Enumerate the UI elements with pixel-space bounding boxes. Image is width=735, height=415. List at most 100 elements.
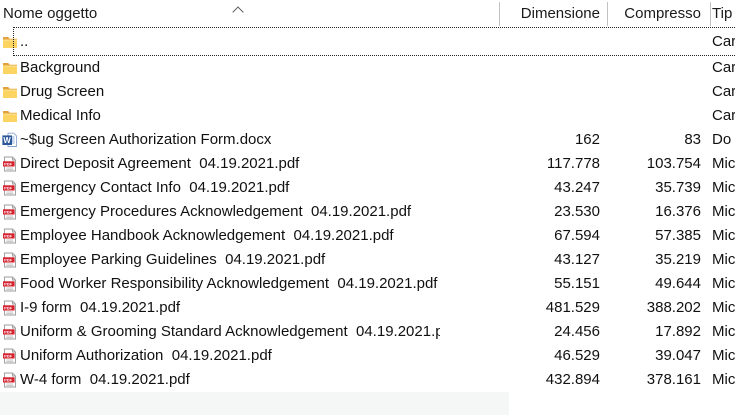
file-size: 24.456 bbox=[440, 320, 600, 344]
table-row[interactable]: .. Car bbox=[0, 27, 735, 56]
file-type: Mic bbox=[712, 152, 735, 176]
file-type: Do bbox=[712, 128, 735, 152]
table-row[interactable]: PDF Uniform Authorization 04.19.2021.pdf… bbox=[0, 344, 735, 368]
table-row[interactable]: PDF Direct Deposit Agreement 04.19.2021.… bbox=[0, 152, 735, 176]
table-row[interactable]: Drug Screen Car bbox=[0, 80, 735, 104]
file-type: Mic bbox=[712, 248, 735, 272]
pdf-icon: PDF bbox=[2, 348, 18, 364]
file-type: Car bbox=[712, 27, 735, 56]
file-size: 67.594 bbox=[440, 224, 600, 248]
svg-text:PDF: PDF bbox=[4, 305, 13, 310]
bottom-panel-gray-area bbox=[0, 392, 509, 415]
file-compressed-size: 57.385 bbox=[601, 224, 701, 248]
file-compressed-size: 39.047 bbox=[601, 344, 701, 368]
pdf-icon: PDF bbox=[2, 228, 18, 244]
file-name: ~$ug Screen Authorization Form.docx bbox=[20, 128, 440, 152]
file-type: Mic bbox=[712, 200, 735, 224]
pdf-icon: PDF bbox=[2, 180, 18, 196]
pdf-icon: PDF bbox=[2, 324, 18, 340]
file-size: 46.529 bbox=[440, 344, 600, 368]
table-row[interactable]: PDF W-4 form 04.19.2021.pdf 432.894 378.… bbox=[0, 368, 735, 392]
table-row[interactable]: Background Car bbox=[0, 56, 735, 80]
folder-icon bbox=[2, 84, 18, 100]
file-compressed-size: 83 bbox=[601, 128, 701, 152]
pdf-icon: PDF bbox=[2, 156, 18, 172]
file-compressed-size: 35.219 bbox=[601, 248, 701, 272]
svg-text:PDF: PDF bbox=[4, 185, 13, 190]
pdf-icon: PDF bbox=[2, 228, 18, 244]
file-type: Mic bbox=[712, 224, 735, 248]
file-compressed-size: 16.376 bbox=[601, 200, 701, 224]
folder-icon bbox=[2, 84, 18, 100]
table-row[interactable]: Medical Info Car bbox=[0, 104, 735, 128]
file-name: Food Worker Responsibility Acknowledgeme… bbox=[20, 272, 440, 296]
file-type: Car bbox=[712, 80, 735, 104]
pdf-icon: PDF bbox=[2, 300, 18, 316]
word-doc-icon: W bbox=[2, 132, 18, 148]
file-size: 162 bbox=[440, 128, 600, 152]
file-type: Car bbox=[712, 56, 735, 80]
file-name: Uniform Authorization 04.19.2021.pdf bbox=[20, 344, 440, 368]
svg-text:PDF: PDF bbox=[4, 209, 13, 214]
pdf-icon: PDF bbox=[2, 348, 18, 364]
file-name: Medical Info bbox=[20, 104, 440, 128]
file-size: 432.894 bbox=[440, 368, 600, 392]
file-type: Mic bbox=[712, 320, 735, 344]
bottom-panel bbox=[0, 392, 735, 415]
file-name: Employee Parking Guidelines 04.19.2021.p… bbox=[20, 248, 440, 272]
folder-icon bbox=[2, 60, 18, 76]
file-size: 481.529 bbox=[440, 296, 600, 320]
file-name: Background bbox=[20, 56, 440, 80]
file-list: .. Car Background Car Drug Screen Car bbox=[0, 0, 735, 392]
table-row[interactable]: PDF Employee Parking Guidelines 04.19.20… bbox=[0, 248, 735, 272]
table-row[interactable]: PDF Emergency Contact Info 04.19.2021.pd… bbox=[0, 176, 735, 200]
file-compressed-size: 103.754 bbox=[601, 152, 701, 176]
file-name: Direct Deposit Agreement 04.19.2021.pdf bbox=[20, 152, 440, 176]
file-type: Mic bbox=[712, 368, 735, 392]
svg-text:PDF: PDF bbox=[4, 233, 13, 238]
table-row[interactable]: W ~$ug Screen Authorization Form.docx 16… bbox=[0, 128, 735, 152]
table-row[interactable]: PDF I-9 form 04.19.2021.pdf 481.529 388.… bbox=[0, 296, 735, 320]
file-list-window: Nome oggetto Dimensione Compresso Tip ..… bbox=[0, 0, 735, 415]
file-name: W-4 form 04.19.2021.pdf bbox=[20, 368, 440, 392]
table-row[interactable]: PDF Uniform & Grooming Standard Acknowle… bbox=[0, 320, 735, 344]
pdf-icon: PDF bbox=[2, 156, 18, 172]
file-type: Mic bbox=[712, 344, 735, 368]
svg-text:PDF: PDF bbox=[4, 329, 13, 334]
file-name: Uniform & Grooming Standard Acknowledgem… bbox=[20, 320, 440, 344]
file-compressed-size: 49.644 bbox=[601, 272, 701, 296]
table-row[interactable]: PDF Emergency Procedures Acknowledgement… bbox=[0, 200, 735, 224]
pdf-icon: PDF bbox=[2, 324, 18, 340]
folder-icon bbox=[2, 108, 18, 124]
folder-icon bbox=[2, 60, 18, 76]
pdf-icon: PDF bbox=[2, 372, 18, 388]
file-size: 23.530 bbox=[440, 200, 600, 224]
file-name: Emergency Contact Info 04.19.2021.pdf bbox=[20, 176, 440, 200]
table-row[interactable]: PDF Food Worker Responsibility Acknowled… bbox=[0, 272, 735, 296]
file-type: Car bbox=[712, 104, 735, 128]
pdf-icon: PDF bbox=[2, 204, 18, 220]
file-name: Emergency Procedures Acknowledgement 04.… bbox=[20, 200, 440, 224]
svg-text:W: W bbox=[3, 136, 11, 145]
file-compressed-size: 17.892 bbox=[601, 320, 701, 344]
table-row[interactable]: PDF Employee Handbook Acknowledgement 04… bbox=[0, 224, 735, 248]
pdf-icon: PDF bbox=[2, 372, 18, 388]
file-size: 43.247 bbox=[440, 176, 600, 200]
svg-text:PDF: PDF bbox=[4, 353, 13, 358]
pdf-icon: PDF bbox=[2, 276, 18, 292]
file-size: 55.151 bbox=[440, 272, 600, 296]
file-size: 43.127 bbox=[440, 248, 600, 272]
folder-icon bbox=[2, 108, 18, 124]
svg-text:PDF: PDF bbox=[4, 257, 13, 262]
file-compressed-size: 388.202 bbox=[601, 296, 701, 320]
file-compressed-size: 35.739 bbox=[601, 176, 701, 200]
svg-text:PDF: PDF bbox=[4, 377, 13, 382]
file-type: Mic bbox=[712, 272, 735, 296]
svg-text:PDF: PDF bbox=[4, 161, 13, 166]
file-type: Mic bbox=[712, 296, 735, 320]
pdf-icon: PDF bbox=[2, 204, 18, 220]
file-name: .. bbox=[20, 27, 440, 56]
pdf-icon: PDF bbox=[2, 180, 18, 196]
pdf-icon: PDF bbox=[2, 300, 18, 316]
file-name: Employee Handbook Acknowledgement 04.19.… bbox=[20, 224, 440, 248]
